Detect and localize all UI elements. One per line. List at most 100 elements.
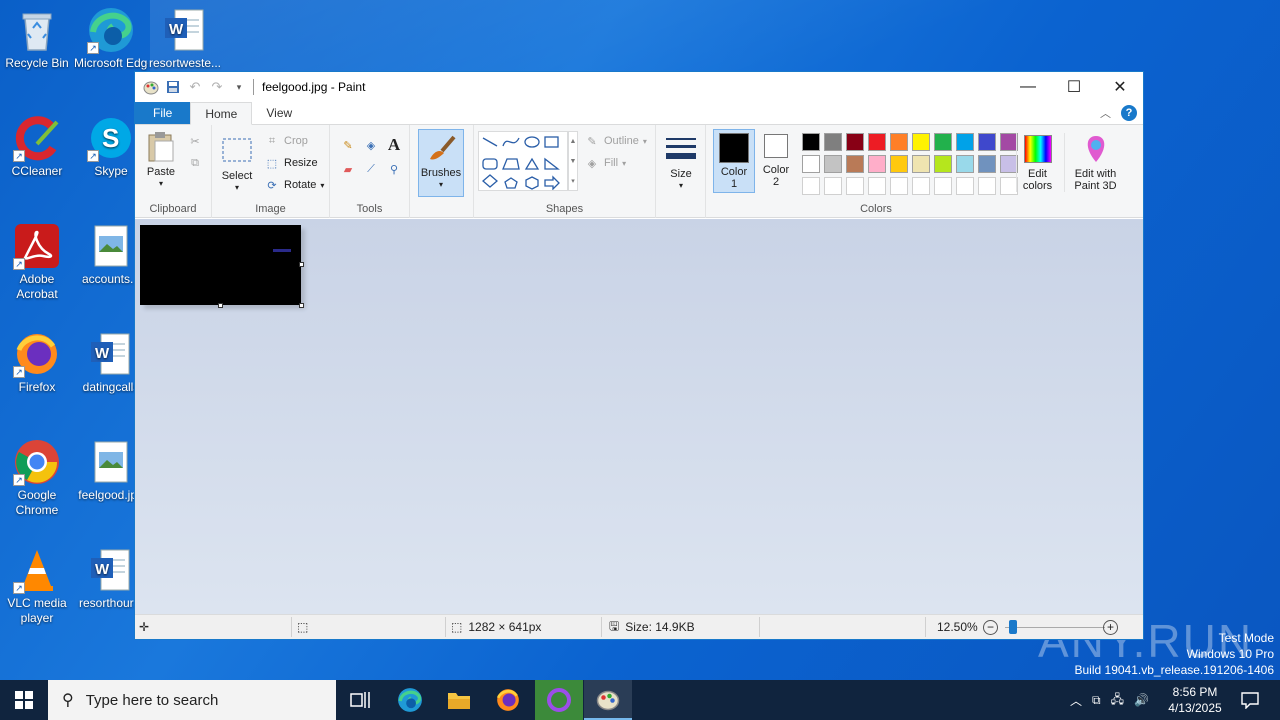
palette-color-swatch[interactable]	[890, 133, 908, 151]
taskbar-search[interactable]: ⚲ Type here to search	[48, 680, 336, 720]
paint-app-icon[interactable]	[143, 79, 159, 95]
rotate-button[interactable]: ⟳ Rotate ▾	[264, 177, 324, 193]
tray-overflow-icon[interactable]: ︿	[1070, 692, 1082, 709]
zoom-in-button[interactable]: +	[1103, 615, 1118, 639]
resize-handle-corner[interactable]	[299, 303, 304, 308]
task-view-button[interactable]	[336, 680, 384, 720]
text-tool[interactable]: A	[386, 135, 402, 154]
taskbar-edge[interactable]	[386, 680, 434, 720]
desktop-icon-vlc[interactable]: ↗ VLC media player	[0, 546, 74, 626]
canvas-area[interactable]	[135, 219, 1143, 614]
maximize-button[interactable]: ☐	[1051, 72, 1097, 102]
palette-color-swatch[interactable]	[934, 133, 952, 151]
palette-color-swatch[interactable]	[978, 155, 996, 173]
customize-qat-icon[interactable]: ▾	[231, 79, 247, 95]
volume-icon[interactable]: 🔊	[1134, 693, 1149, 707]
notifications-button[interactable]	[1226, 680, 1274, 720]
cut-button[interactable]: ✂	[187, 133, 203, 149]
palette-color-swatch[interactable]	[978, 133, 996, 151]
palette-color-swatch[interactable]	[912, 155, 930, 173]
pencil-icon: ✎	[343, 139, 353, 152]
tab-file[interactable]: File	[135, 102, 191, 124]
tab-home[interactable]: Home	[190, 102, 253, 125]
palette-empty-swatch[interactable]	[846, 177, 864, 195]
zoom-out-button[interactable]: −	[983, 615, 998, 639]
palette-empty-swatch[interactable]	[956, 177, 974, 195]
edit-paint3d-button[interactable]: Edit with Paint 3D	[1064, 133, 1126, 192]
palette-color-swatch[interactable]	[802, 133, 820, 151]
minimize-button[interactable]: —	[1005, 72, 1051, 102]
taskbar-file-explorer[interactable]	[435, 680, 483, 720]
palette-empty-swatch[interactable]	[802, 177, 820, 195]
pencil-tool[interactable]: ✎	[340, 137, 356, 153]
image-canvas[interactable]	[140, 225, 301, 305]
paste-button[interactable]: Paste ▾	[141, 131, 181, 190]
taskbar-app-circle[interactable]	[535, 680, 583, 720]
resize-handle-right[interactable]	[299, 262, 304, 267]
palette-empty-swatch[interactable]	[934, 177, 952, 195]
network-icon[interactable]: 🖧	[1111, 690, 1124, 711]
taskbar-clock[interactable]: 8:56 PM 4/13/2025	[1160, 684, 1230, 716]
desktop-icon-recycle-bin[interactable]: Recycle Bin	[0, 6, 74, 71]
palette-color-swatch[interactable]	[824, 133, 842, 151]
zoom-slider-thumb[interactable]	[1009, 620, 1017, 634]
save-icon[interactable]	[165, 79, 181, 95]
desktop-icon-acrobat[interactable]: ↗ Adobe Acrobat	[0, 222, 74, 302]
palette-color-swatch[interactable]	[802, 155, 820, 173]
crop-button[interactable]: ⌗ Crop	[264, 133, 308, 149]
palette-color-swatch[interactable]	[956, 133, 974, 151]
image-file-icon	[87, 222, 135, 270]
close-button[interactable]: ✕	[1097, 72, 1143, 102]
taskbar-paint[interactable]	[584, 680, 632, 720]
brushes-button[interactable]: Brushes ▾	[418, 129, 464, 197]
tab-view[interactable]: View	[252, 102, 306, 124]
palette-color-swatch[interactable]	[890, 155, 908, 173]
fill-tool[interactable]: ◈	[363, 137, 379, 153]
desktop-icon-label: Microsoft Edge	[74, 56, 148, 70]
palette-color-swatch[interactable]	[934, 155, 952, 173]
palette-color-swatch[interactable]	[912, 133, 930, 151]
palette-color-swatch[interactable]	[868, 133, 886, 151]
palette-color-swatch[interactable]	[868, 155, 886, 173]
shapes-scroll[interactable]: ▲ ▼ ▾	[568, 131, 578, 191]
select-button[interactable]: Select ▾	[218, 135, 256, 194]
color1-button[interactable]: Color 1	[713, 129, 755, 193]
svg-text:W: W	[169, 21, 184, 38]
color-picker-tool[interactable]: ⟋	[363, 161, 379, 177]
color2-button[interactable]: Color 2	[757, 132, 795, 188]
desktop-icon-edge[interactable]: ↗ Microsoft Edge	[74, 6, 148, 71]
zoom-slider-track[interactable]	[1005, 627, 1105, 628]
resize-handle-bottom[interactable]	[218, 303, 223, 308]
collapse-ribbon-icon[interactable]: ︿	[1100, 105, 1111, 121]
palette-color-swatch[interactable]	[846, 155, 864, 173]
magnifier-tool[interactable]: ⚲	[386, 161, 402, 177]
palette-empty-swatch[interactable]	[868, 177, 886, 195]
desktop-icon-firefox[interactable]: ↗ Firefox	[0, 330, 74, 395]
palette-empty-swatch[interactable]	[978, 177, 996, 195]
redo-icon[interactable]: ↷	[209, 79, 225, 95]
copy-button[interactable]: ⧉	[187, 155, 203, 171]
taskbar-firefox[interactable]	[484, 680, 532, 720]
edit-colors-button[interactable]: Edit colors	[1016, 133, 1058, 192]
palette-color-swatch[interactable]	[956, 155, 974, 173]
desktop-icon-word-doc[interactable]: W resortweste...	[148, 6, 222, 71]
chrome-icon: ↗	[13, 438, 61, 486]
start-button[interactable]	[0, 680, 48, 720]
desktop-icon-chrome[interactable]: ↗ Google Chrome	[0, 438, 74, 518]
shapes-gallery-icons[interactable]	[479, 132, 567, 191]
fill-button[interactable]: ◈ Fill ▾	[584, 155, 626, 171]
resize-button[interactable]: ⬚ Resize	[264, 155, 318, 171]
outline-button[interactable]: ✎ Outline ▾	[584, 133, 646, 149]
eraser-tool[interactable]: ▰	[340, 161, 356, 177]
palette-color-swatch[interactable]	[824, 155, 842, 173]
desktop-icon-ccleaner[interactable]: ↗ CCleaner	[0, 114, 74, 179]
status-bar: ✛ ⬚ ⬚ 1282 × 641px 🖫 Size: 14.9KB 12.50% −…	[135, 614, 1143, 639]
undo-icon[interactable]: ↶	[187, 79, 203, 95]
palette-color-swatch[interactable]	[846, 133, 864, 151]
palette-empty-swatch[interactable]	[824, 177, 842, 195]
tray-app-icon[interactable]: ⧉	[1092, 693, 1101, 708]
help-icon[interactable]: ?	[1121, 105, 1137, 121]
size-button[interactable]: Size ▾	[662, 133, 700, 192]
palette-empty-swatch[interactable]	[890, 177, 908, 195]
palette-empty-swatch[interactable]	[912, 177, 930, 195]
